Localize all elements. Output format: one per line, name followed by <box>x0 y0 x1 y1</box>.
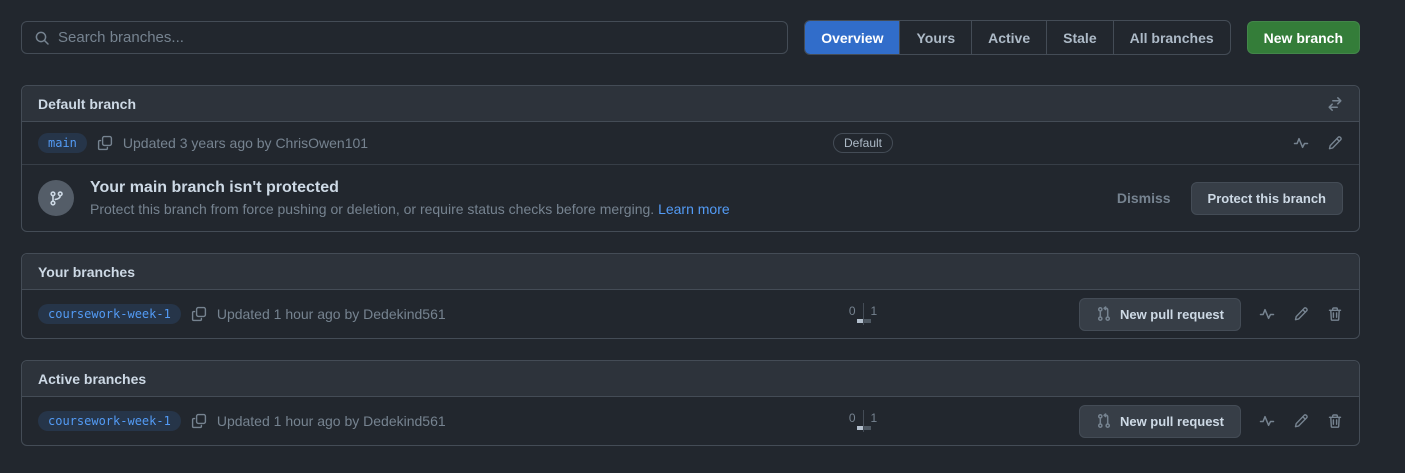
branches-page: Overview Yours Active Stale All branches… <box>21 20 1360 446</box>
notice-actions: Dismiss Protect this branch <box>1117 182 1343 215</box>
notice-text: Your main branch isn't protected Protect… <box>90 179 730 217</box>
row-actions: New pull request <box>923 298 1343 331</box>
branch-protection-notice: Your main branch isn't protected Protect… <box>22 164 1359 231</box>
ahead-behind-widget[interactable]: 0 1 <box>842 303 884 325</box>
ahead-count: 1 <box>864 303 885 325</box>
delete-trash-icon[interactable] <box>1327 413 1343 429</box>
behind-count: 0 <box>842 410 864 432</box>
ahead-behind-widget[interactable]: 0 1 <box>842 410 884 432</box>
branch-name-link[interactable]: main <box>38 133 87 153</box>
search-input[interactable] <box>58 29 775 46</box>
tab-active[interactable]: Active <box>971 21 1046 54</box>
learn-more-link[interactable]: Learn more <box>658 201 730 217</box>
activity-icon[interactable] <box>1259 413 1275 429</box>
rename-pencil-icon[interactable] <box>1327 135 1343 151</box>
tab-stale[interactable]: Stale <box>1046 21 1112 54</box>
ahead-bar <box>864 426 871 430</box>
your-branches-header: Your branches <box>22 254 1359 290</box>
behind-bar <box>857 426 863 430</box>
notice-title: Your main branch isn't protected <box>90 179 730 197</box>
section-title: Default branch <box>38 96 136 112</box>
section-title: Your branches <box>38 264 135 280</box>
active-branches-header: Active branches <box>22 361 1359 397</box>
search-branches-box <box>21 21 788 54</box>
updated-text: Updated 3 years ago by ChrisOwen101 <box>123 135 368 151</box>
protect-this-branch-button[interactable]: Protect this branch <box>1191 182 1343 215</box>
topbar: Overview Yours Active Stale All branches… <box>21 20 1360 55</box>
branch-info: coursework-week-1 Updated 1 hour ago by … <box>38 304 803 324</box>
ahead-behind-area: 0 1 <box>803 410 923 432</box>
ahead-behind-area: 0 1 <box>803 303 923 325</box>
branch-filter-tabs: Overview Yours Active Stale All branches <box>804 20 1230 55</box>
copy-icon[interactable] <box>191 413 207 429</box>
ahead-count: 1 <box>864 410 885 432</box>
git-pull-request-icon <box>1096 306 1112 322</box>
updated-text: Updated 1 hour ago by Dedekind561 <box>217 413 446 429</box>
row-actions <box>923 135 1343 151</box>
branch-name-link[interactable]: coursework-week-1 <box>38 304 181 324</box>
activity-icon[interactable] <box>1259 306 1275 322</box>
activity-icon[interactable] <box>1293 135 1309 151</box>
notice-description: Protect this branch from force pushing o… <box>90 201 730 217</box>
default-badge: Default <box>833 133 893 153</box>
git-pull-request-icon <box>1096 413 1112 429</box>
default-branch-row: main Updated 3 years ago by ChrisOwen101… <box>22 122 1359 164</box>
tab-yours[interactable]: Yours <box>899 21 971 54</box>
updated-text: Updated 1 hour ago by Dedekind561 <box>217 306 446 322</box>
your-branch-row: coursework-week-1 Updated 1 hour ago by … <box>22 290 1359 338</box>
notice-description-text: Protect this branch from force pushing o… <box>90 201 654 217</box>
ahead-bar <box>864 319 871 323</box>
tab-all-branches[interactable]: All branches <box>1113 21 1230 54</box>
active-branches-section: Active branches coursework-week-1 Update… <box>21 360 1360 446</box>
new-branch-button[interactable]: New branch <box>1247 21 1360 54</box>
branch-name-link[interactable]: coursework-week-1 <box>38 411 181 431</box>
your-branches-section: Your branches coursework-week-1 Updated … <box>21 253 1360 339</box>
default-branch-header: Default branch <box>22 86 1359 122</box>
git-branch-icon <box>38 180 74 216</box>
delete-trash-icon[interactable] <box>1327 306 1343 322</box>
row-actions: New pull request <box>923 405 1343 438</box>
new-pull-request-button[interactable]: New pull request <box>1079 405 1241 438</box>
copy-icon[interactable] <box>97 135 113 151</box>
default-branch-section: Default branch main Updated 3 years ago … <box>21 85 1360 232</box>
behind-bar <box>857 319 863 323</box>
arrow-switch-icon[interactable] <box>1327 96 1343 112</box>
section-title: Active branches <box>38 371 146 387</box>
dismiss-button[interactable]: Dismiss <box>1117 190 1171 206</box>
branch-info: coursework-week-1 Updated 1 hour ago by … <box>38 411 803 431</box>
tab-overview[interactable]: Overview <box>805 21 899 54</box>
copy-icon[interactable] <box>191 306 207 322</box>
search-icon <box>34 30 50 46</box>
badge-area: Default <box>803 133 923 153</box>
rename-pencil-icon[interactable] <box>1293 306 1309 322</box>
new-pull-request-button[interactable]: New pull request <box>1079 298 1241 331</box>
active-branch-row: coursework-week-1 Updated 1 hour ago by … <box>22 397 1359 445</box>
behind-count: 0 <box>842 303 864 325</box>
branch-info: main Updated 3 years ago by ChrisOwen101 <box>38 133 803 153</box>
rename-pencil-icon[interactable] <box>1293 413 1309 429</box>
